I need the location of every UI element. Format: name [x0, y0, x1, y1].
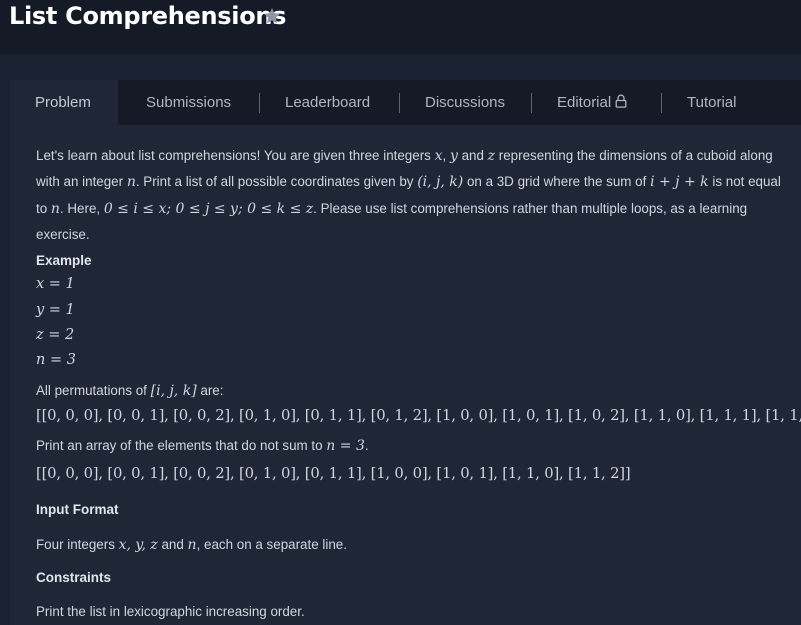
tab-problem[interactable]: Problem	[10, 80, 118, 125]
problem-intro: Let's learn about list comprehensions! Y…	[36, 148, 781, 242]
tab-divider	[661, 93, 662, 113]
tab-leaderboard[interactable]: Leaderboard	[285, 80, 370, 125]
permutations-label: All permutations of [i, j, k] are:	[36, 383, 224, 399]
lock-icon	[615, 94, 627, 108]
tab-editorial-label: Editorial	[557, 94, 612, 111]
all-permutations: [[0, 0, 0], [0, 0, 1], [0, 0, 2], [0, 1,…	[36, 407, 801, 424]
tab-divider	[531, 93, 532, 113]
tab-tutorial-label: Tutorial	[687, 94, 737, 111]
tab-submissions-label: Submissions	[146, 94, 232, 111]
tab-discussions-label: Discussions	[425, 94, 506, 111]
tab-divider	[399, 93, 400, 113]
page-title: List Comprehensions	[9, 2, 287, 30]
example-var-n: n = 3	[36, 352, 76, 368]
tab-discussions[interactable]: Discussions	[425, 80, 505, 125]
filtered-result: [[0, 0, 0], [0, 0, 1], [0, 0, 2], [0, 1,…	[36, 465, 631, 482]
example-var-z: z = 2	[36, 327, 75, 343]
page-header: List Comprehensions	[0, 0, 801, 54]
problem-tabs: Problem Submissions Leaderboard Discussi…	[10, 80, 801, 125]
star-icon[interactable]	[262, 6, 282, 26]
print-instruction: Print an array of the elements that do n…	[36, 438, 369, 454]
constraints-text: Print the list in lexicographic increasi…	[36, 604, 305, 619]
tab-submissions[interactable]: Submissions	[146, 80, 231, 125]
tab-divider	[259, 93, 260, 113]
tab-leaderboard-label: Leaderboard	[285, 94, 371, 111]
example-heading: Example	[36, 253, 92, 268]
example-var-x: x = 1	[36, 276, 75, 292]
tab-problem-label: Problem	[35, 94, 91, 111]
problem-statement: Let's learn about list comprehensions! Y…	[10, 125, 801, 625]
tab-editorial[interactable]: Editorial	[557, 80, 627, 125]
example-var-y: y = 1	[36, 302, 75, 318]
constraints-heading: Constraints	[36, 570, 112, 585]
input-format-text: Four integers x, y, z and n, each on a s…	[36, 537, 347, 553]
input-format-heading: Input Format	[36, 502, 119, 517]
tab-tutorial[interactable]: Tutorial	[687, 80, 736, 125]
